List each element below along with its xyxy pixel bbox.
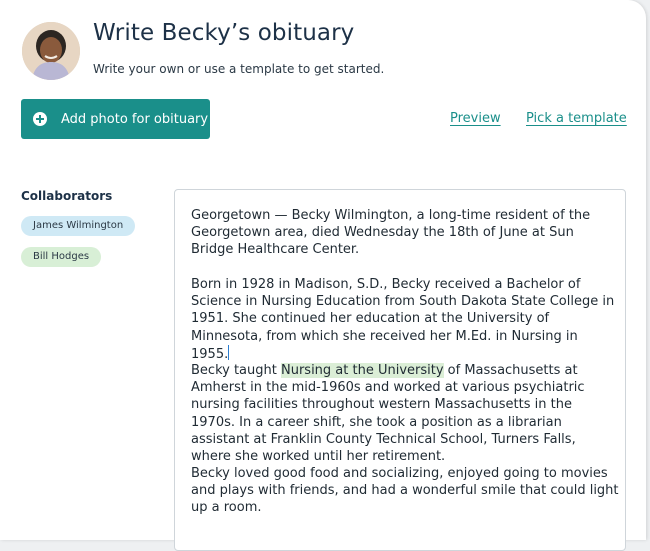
- becky-avatar: [22, 22, 80, 80]
- editor-paragraph: Becky taught Nursing at the University o…: [191, 363, 585, 465]
- obituary-editor-card: Write Becky’s obituary Write your own or…: [0, 0, 646, 551]
- page-title: Write Becky’s obituary: [93, 20, 355, 46]
- preview-link[interactable]: Preview: [450, 111, 501, 126]
- add-photo-label: Add photo for obituary: [61, 111, 209, 127]
- text-cursor: [228, 344, 230, 360]
- collaborators-heading: Collaborators: [21, 189, 113, 203]
- editor-paragraph: Georgetown — Becky Wilmington, a long-ti…: [191, 208, 591, 258]
- highlighted-text[interactable]: Nursing at the University: [280, 363, 444, 378]
- add-photo-button[interactable]: Add photo for obituary: [21, 99, 210, 139]
- editor-paragraph: Becky loved good food and socializing, e…: [191, 466, 619, 516]
- collaborator-chip[interactable]: James Wilmington: [21, 216, 136, 236]
- collaborator-chip[interactable]: Bill Hodges: [21, 247, 102, 267]
- pick-template-link[interactable]: Pick a template: [526, 111, 627, 126]
- editor-paragraph: Born in 1928 in Madison, S.D., Becky rec…: [191, 277, 615, 362]
- page-subtitle: Write your own or use a template to get …: [93, 62, 385, 76]
- plus-circle-icon: [33, 112, 47, 126]
- obituary-text-editor[interactable]: Georgetown — Becky Wilmington, a long-ti…: [174, 189, 626, 551]
